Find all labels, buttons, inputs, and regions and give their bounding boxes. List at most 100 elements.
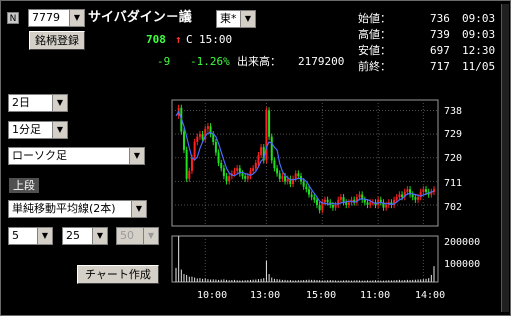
ma-period-2-select[interactable]: 25 ▼ xyxy=(62,227,108,245)
candle-body xyxy=(225,176,228,182)
candle-body xyxy=(369,202,372,205)
candle-body xyxy=(425,189,428,192)
candle-body xyxy=(345,202,348,205)
candle-body xyxy=(254,163,257,169)
candle-body xyxy=(206,126,209,129)
market-value: 東* xyxy=(220,12,237,25)
candle-body xyxy=(358,194,361,198)
candle-body xyxy=(326,199,329,203)
ma-period-3-value: 50 xyxy=(120,229,134,242)
ma-period-2-value: 25 xyxy=(66,229,80,242)
candle-body xyxy=(347,202,350,205)
price-panel-border xyxy=(171,99,439,227)
candle-body xyxy=(252,168,255,171)
candle-body xyxy=(318,205,321,211)
indicator-select[interactable]: 単純移動平均線(2本) ▼ xyxy=(8,200,147,218)
price-change-percent: -1.26% xyxy=(190,55,230,68)
price-chart xyxy=(170,96,442,284)
market-select[interactable]: 東* ▼ xyxy=(216,10,256,28)
company-name: サイバダイン－議 xyxy=(88,10,192,25)
candle-body xyxy=(417,197,420,200)
candle-body xyxy=(217,152,220,163)
candle-body xyxy=(414,197,417,200)
draw-chart-button[interactable]: チャート作成 xyxy=(77,265,159,284)
candle-body xyxy=(323,199,326,203)
chart-type-value: ローソク足 xyxy=(12,149,67,162)
chart-type-select[interactable]: ローソク足 ▼ xyxy=(8,147,145,165)
ma-period-1-value: 5 xyxy=(12,229,19,242)
candle-body xyxy=(297,173,300,177)
candle-body xyxy=(398,194,401,198)
candle-body xyxy=(233,170,236,174)
candle-body xyxy=(339,197,342,200)
candle-body xyxy=(241,173,244,177)
chevron-down-icon[interactable]: ▼ xyxy=(129,148,144,164)
ma-period-1-select[interactable]: 5 ▼ xyxy=(8,227,53,245)
candle-body xyxy=(331,205,334,208)
stat-value-prev-close: 717 xyxy=(430,60,450,73)
chevron-down-icon[interactable]: ▼ xyxy=(92,228,107,244)
candle-body xyxy=(270,136,273,161)
stat-label-high: 高値： xyxy=(358,28,391,41)
price-time: 15:00 xyxy=(199,33,233,46)
candle-body xyxy=(198,134,201,137)
volume-label: 出来高： xyxy=(237,55,281,68)
price-tick-label: 702 xyxy=(444,202,463,213)
vertical-scrollbar[interactable] xyxy=(501,4,509,312)
time-tick-label: 13:00 xyxy=(250,290,281,301)
stock-code-select[interactable]: 7779 ▼ xyxy=(28,9,85,27)
candle-body xyxy=(334,205,337,208)
price-tick-label: 729 xyxy=(444,129,463,140)
stat-time-open: 09:03 xyxy=(462,12,496,25)
candle-body xyxy=(310,194,313,198)
stat-label-low: 安値： xyxy=(358,44,391,57)
section-label: 上段 xyxy=(9,178,39,193)
candle-body xyxy=(302,181,305,187)
candle-body xyxy=(228,176,231,182)
candle-body xyxy=(193,142,196,158)
candle-body xyxy=(222,168,225,177)
candle-body xyxy=(188,170,191,179)
candle-body xyxy=(260,147,263,156)
chevron-down-icon[interactable]: ▼ xyxy=(131,201,146,217)
stat-value-open: 736 xyxy=(430,12,450,25)
candle-body xyxy=(406,189,409,192)
time-tick-label: 11:00 xyxy=(360,290,391,301)
price-tick-label: 711 xyxy=(444,178,463,189)
candle-body xyxy=(246,176,249,179)
volume-tick-label: 200000 xyxy=(444,237,481,248)
chevron-down-icon[interactable]: ▼ xyxy=(240,11,255,27)
candle-body xyxy=(411,194,414,198)
candle-body xyxy=(422,189,425,192)
candle-body xyxy=(196,136,199,142)
candle-body xyxy=(286,178,289,182)
candle-body xyxy=(185,149,188,179)
period-select[interactable]: 2日 ▼ xyxy=(8,94,68,112)
current-price: 708 xyxy=(146,33,166,46)
candle-body xyxy=(366,202,369,205)
candle-body xyxy=(257,155,260,163)
candle-body xyxy=(313,197,316,200)
stat-label-prev-close: 前終： xyxy=(358,60,391,73)
candle-body xyxy=(276,168,279,174)
register-stock-button[interactable]: 銘柄登録 xyxy=(29,31,85,50)
stat-time-prev-close: 11/05 xyxy=(462,60,496,73)
candle-body xyxy=(182,131,185,150)
chevron-down-icon[interactable]: ▼ xyxy=(52,95,67,111)
price-tick-label: 720 xyxy=(444,153,463,164)
chevron-down-icon[interactable]: ▼ xyxy=(37,228,52,244)
candle-body xyxy=(220,163,223,169)
candle-body xyxy=(244,176,247,179)
chevron-down-icon[interactable]: ▼ xyxy=(69,10,84,26)
candle-body xyxy=(401,194,404,198)
candle-body xyxy=(273,160,276,169)
candle-body xyxy=(190,157,193,171)
price-flag: C xyxy=(186,33,193,46)
interval-select[interactable]: 1分足 ▼ xyxy=(8,121,68,139)
time-tick-label: 14:00 xyxy=(415,290,446,301)
chevron-down-icon: ▼ xyxy=(143,228,158,244)
n-badge: N xyxy=(7,12,19,24)
period-value: 2日 xyxy=(12,96,30,109)
chevron-down-icon[interactable]: ▼ xyxy=(52,122,67,138)
time-tick-label: 10:00 xyxy=(197,290,228,301)
